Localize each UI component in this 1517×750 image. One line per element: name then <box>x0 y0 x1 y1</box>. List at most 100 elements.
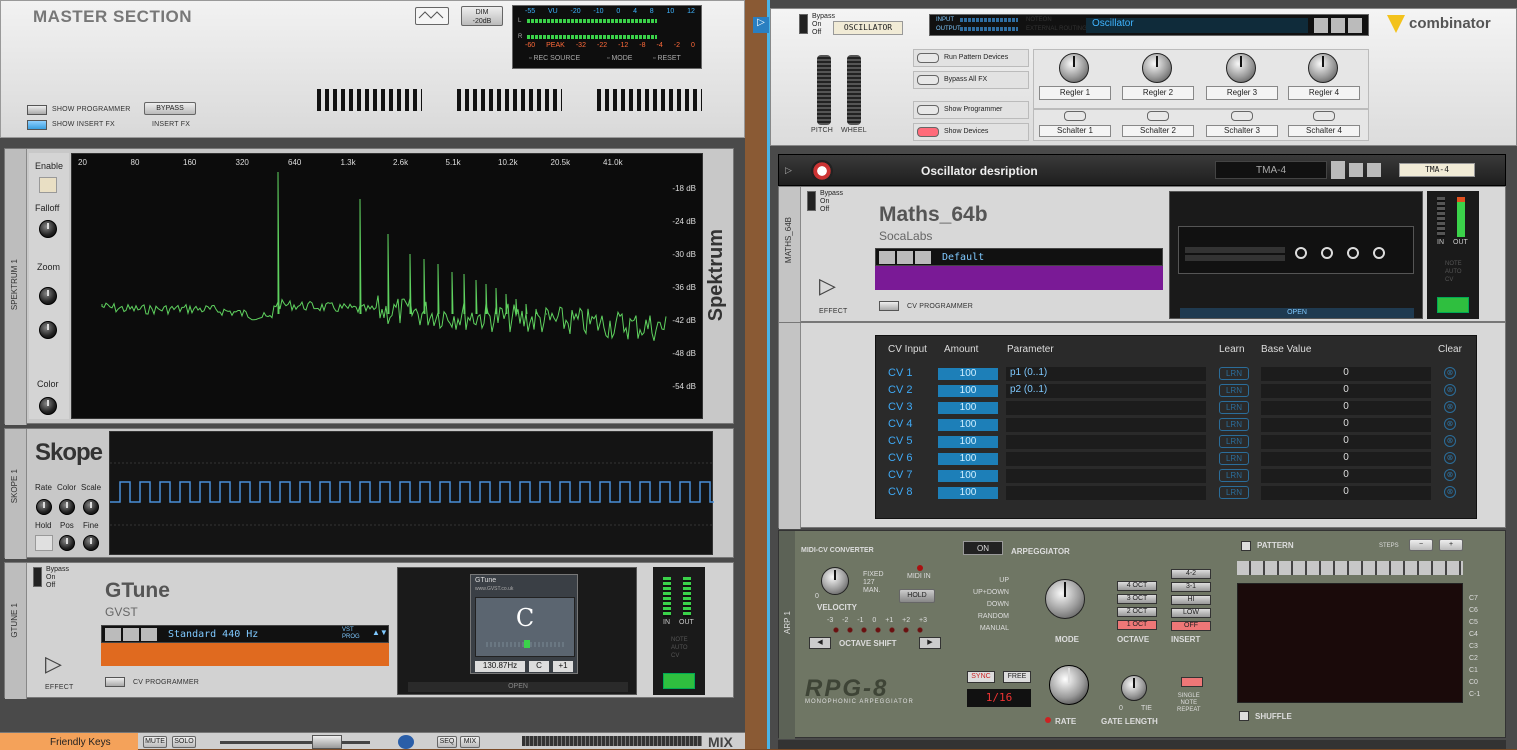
cv-clear-icon[interactable]: ⊗ <box>1444 452 1456 464</box>
zoom-knob-2[interactable] <box>39 321 57 339</box>
enable-button[interactable] <box>39 177 57 193</box>
octave-down-button[interactable]: ◀ <box>809 637 831 649</box>
maths-plugin-knob-3[interactable] <box>1347 247 1359 259</box>
folder-icon[interactable] <box>123 628 139 641</box>
cv-clear-icon[interactable]: ⊗ <box>1444 435 1456 447</box>
cv-parameter-select[interactable]: p2 (0..1) <box>1006 384 1206 398</box>
insert-button[interactable]: 4-2 <box>1171 569 1211 579</box>
bypass-all-button[interactable] <box>917 75 939 85</box>
combinator-save-icon[interactable] <box>1348 18 1362 33</box>
combinator-patch-name[interactable]: Oscillator <box>1086 18 1308 33</box>
show-devices-button[interactable] <box>917 127 939 137</box>
cv-input-label[interactable]: CV 3 <box>888 401 912 413</box>
schalter-1-button[interactable] <box>1064 111 1086 121</box>
mode-option[interactable]: RANDOM <box>969 611 1009 623</box>
mode-option[interactable]: DOWN <box>969 599 1009 611</box>
maths-open-button[interactable]: OPEN <box>1180 308 1414 318</box>
cv-learn-button[interactable]: LRN <box>1219 486 1249 499</box>
pitch-wheel[interactable] <box>817 55 831 125</box>
device-name-tape[interactable]: Friendly Keys <box>0 733 138 750</box>
regler-4-knob[interactable] <box>1308 53 1338 83</box>
cv-learn-button[interactable]: LRN <box>1219 452 1249 465</box>
cv-amount-field[interactable]: 100 <box>938 402 998 414</box>
mod-wheel[interactable] <box>847 55 861 125</box>
cv-parameter-select[interactable]: p1 (0..1) <box>1006 367 1206 381</box>
cv-learn-button[interactable]: LRN <box>1219 384 1249 397</box>
cv-learn-button[interactable]: LRN <box>1219 367 1249 380</box>
combinator-bypass-switch[interactable] <box>799 14 808 34</box>
gtune-preset-name[interactable]: Standard 440 Hz <box>168 629 258 640</box>
cv-clear-icon[interactable]: ⊗ <box>1444 384 1456 396</box>
waveform-button[interactable] <box>415 7 449 25</box>
cv-input-label[interactable]: CV 1 <box>888 367 912 379</box>
cv-input-label[interactable]: CV 2 <box>888 384 912 396</box>
cv-parameter-select[interactable] <box>1006 401 1206 415</box>
mode-option[interactable]: MANUAL <box>969 623 1009 635</box>
oscdesc-tape[interactable]: TMA-4 <box>1399 163 1475 177</box>
cv-clear-icon[interactable]: ⊗ <box>1444 401 1456 413</box>
mode-option[interactable]: UP <box>969 575 1009 587</box>
scale-knob[interactable] <box>83 499 99 515</box>
gtune-open-button[interactable]: OPEN <box>408 682 628 692</box>
maths-preset-nav[interactable] <box>879 251 895 264</box>
maths-plugin-knob-4[interactable] <box>1373 247 1385 259</box>
show-programmer-toggle[interactable] <box>27 105 47 115</box>
preset-nav-button[interactable] <box>105 628 121 641</box>
rate-knob-rpg[interactable] <box>1049 665 1089 705</box>
fine-knob[interactable] <box>83 535 99 551</box>
maths-folder-icon[interactable] <box>897 251 913 264</box>
mode-knob[interactable] <box>1045 579 1085 619</box>
mix-button[interactable]: MIX <box>460 736 480 748</box>
hold-button-rpg[interactable]: HOLD <box>899 589 935 603</box>
cv-amount-field[interactable]: 100 <box>938 453 998 465</box>
cv-clear-icon[interactable]: ⊗ <box>1444 486 1456 498</box>
combinator-patch-nav[interactable] <box>1314 18 1328 33</box>
skope-color-knob[interactable] <box>59 499 75 515</box>
maths-preset-name[interactable]: Default <box>942 252 984 263</box>
free-button[interactable]: FREE <box>1003 671 1031 683</box>
schalter-2-button[interactable] <box>1147 111 1169 121</box>
run-pattern-button[interactable] <box>917 53 939 63</box>
zoom-knob-1[interactable] <box>39 287 57 305</box>
gtune-bypass-switch[interactable] <box>33 567 42 587</box>
combinator-fold-arrow[interactable]: ▷ <box>753 17 769 33</box>
cv-input-label[interactable]: CV 7 <box>888 469 912 481</box>
oscdesc-preset[interactable]: TMA-4 <box>1215 161 1327 179</box>
regler-1-knob[interactable] <box>1059 53 1089 83</box>
cv-parameter-select[interactable] <box>1006 418 1206 432</box>
cv-amount-field[interactable]: 100 <box>938 487 998 499</box>
bypass-button[interactable]: BYPASS <box>144 102 196 115</box>
cv-input-label[interactable]: CV 4 <box>888 418 912 430</box>
cv-base-value[interactable]: 0 <box>1261 418 1431 432</box>
pattern-steps[interactable] <box>1237 561 1463 575</box>
cv-amount-field[interactable]: 100 <box>938 385 998 397</box>
cv-parameter-select[interactable] <box>1006 435 1206 449</box>
solo-button[interactable]: SOLO <box>172 736 196 748</box>
steps-plus[interactable]: + <box>1439 539 1463 551</box>
maths-bypass-switch[interactable] <box>807 191 816 211</box>
oscdesc-folder-icon[interactable] <box>1349 163 1363 177</box>
sync-button[interactable]: SYNC <box>967 671 995 683</box>
insert-button[interactable]: LOW <box>1171 608 1211 618</box>
oscdesc-save-icon[interactable] <box>1367 163 1381 177</box>
cv-clear-icon[interactable]: ⊗ <box>1444 469 1456 481</box>
steps-minus[interactable]: − <box>1409 539 1433 551</box>
cv-input-label[interactable]: CV 8 <box>888 486 912 498</box>
cv-input-label[interactable]: CV 5 <box>888 435 912 447</box>
insert-button[interactable]: 3-1 <box>1171 582 1211 592</box>
arp-on-button[interactable]: ON <box>963 541 1003 555</box>
cv-base-value[interactable]: 0 <box>1261 384 1431 398</box>
octave-up-button[interactable]: ▶ <box>919 637 941 649</box>
cv-base-value[interactable]: 0 <box>1261 452 1431 466</box>
show-insert-fx-toggle[interactable] <box>27 120 47 130</box>
oscdesc-fold-arrow[interactable]: ▷ <box>785 165 792 176</box>
cv-amount-field[interactable]: 100 <box>938 470 998 482</box>
regler-2-knob[interactable] <box>1142 53 1172 83</box>
level-fader[interactable] <box>220 741 370 744</box>
octave-button[interactable]: 4 OCT <box>1117 581 1157 591</box>
fader-handle[interactable] <box>312 735 342 749</box>
cv-amount-field[interactable]: 100 <box>938 436 998 448</box>
cv-parameter-select[interactable] <box>1006 486 1206 500</box>
maths-power-button[interactable] <box>1437 297 1469 313</box>
cv-amount-field[interactable]: 100 <box>938 419 998 431</box>
